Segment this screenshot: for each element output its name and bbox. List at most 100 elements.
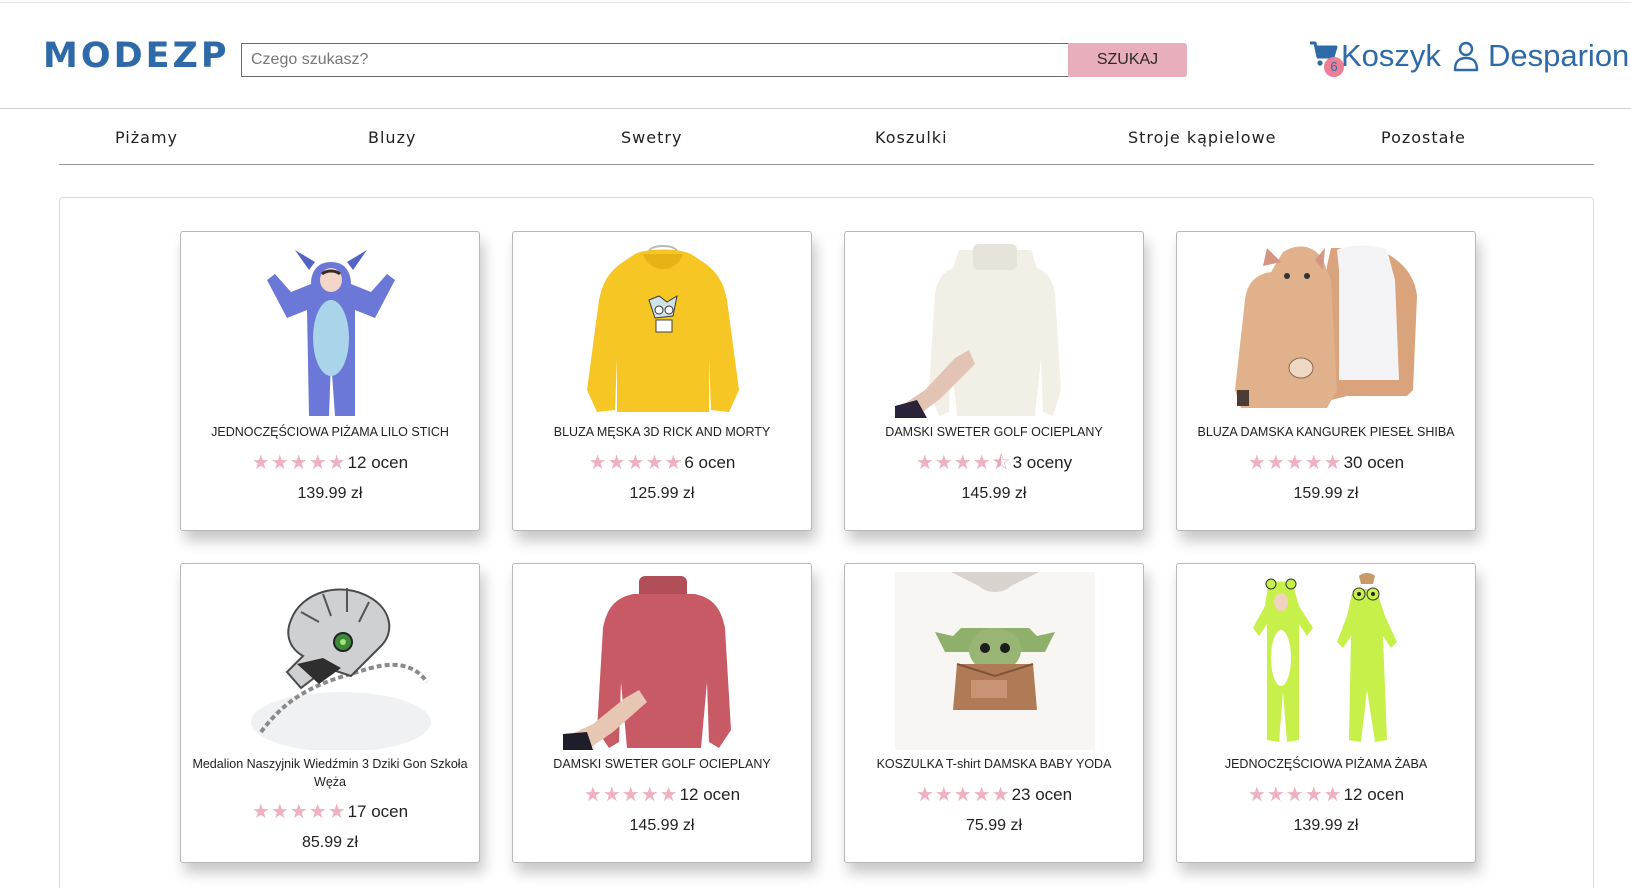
review-count: 12 ocen bbox=[679, 785, 741, 804]
star-icon: ★ bbox=[270, 452, 289, 474]
star-icon: ★ bbox=[953, 784, 972, 806]
search-input[interactable] bbox=[241, 43, 1068, 77]
cart-label: Koszyk bbox=[1341, 38, 1441, 73]
star-icon: ★ bbox=[327, 452, 346, 474]
search-button[interactable]: SZUKAJ bbox=[1068, 43, 1187, 77]
product-price: 139.99 zł bbox=[297, 485, 363, 502]
rating-stars: ★ ★ ★ ★ ★ bbox=[584, 785, 679, 805]
review-count: 12 ocen bbox=[347, 453, 409, 472]
star-icon: ★ bbox=[659, 784, 678, 806]
product-title[interactable]: BLUZA DAMSKA KANGUREK PIESEŁ SHIBA bbox=[1183, 423, 1469, 441]
product-title[interactable]: JEDNOCZĘŚCIOWA PIŻAMA LILO STICH bbox=[187, 423, 473, 441]
star-icon: ★ bbox=[953, 452, 972, 474]
product-rating: ★ ★ ★ ★ ★ 12 ocen bbox=[1177, 785, 1475, 805]
product-price: 85.99 zł bbox=[301, 834, 359, 851]
star-icon: ★ bbox=[915, 452, 934, 474]
star-icon: ★ bbox=[1266, 784, 1285, 806]
product-price: 159.99 zł bbox=[1293, 485, 1359, 502]
product-rating: ★ ★ ★ ★ ★ 30 ocen bbox=[1177, 453, 1475, 473]
product-title[interactable]: JEDNOCZĘŚCIOWA PIŻAMA ŻABA bbox=[1183, 755, 1469, 773]
rating-stars: ★ ★ ★ ★ ★ bbox=[252, 802, 347, 822]
product-rating: ★ ★ ★ ★ ★ 12 ocen bbox=[181, 453, 479, 473]
star-icon: ★ bbox=[1285, 784, 1304, 806]
product-image-white-turtleneck bbox=[895, 240, 1095, 418]
rating-stars: ★ ★ ★ ★ ⯪ bbox=[916, 453, 1012, 473]
product-title[interactable]: DAMSKI SWETER GOLF OCIEPLANY bbox=[851, 423, 1137, 441]
nav-item-pozostale[interactable]: Pozostałe bbox=[1381, 128, 1466, 147]
star-icon: ★ bbox=[1323, 452, 1342, 474]
rating-stars: ★ ★ ★ ★ ★ bbox=[589, 453, 684, 473]
nav-item-stroje-kapielowe[interactable]: Stroje kąpielowe bbox=[1128, 128, 1277, 147]
cart-link[interactable]: 6 Koszyk bbox=[1309, 38, 1441, 77]
product-price: 145.99 zł bbox=[629, 817, 695, 834]
product-title[interactable]: BLUZA MĘSKA 3D RICK AND MORTY bbox=[519, 423, 805, 441]
product-rating: ★ ★ ★ ★ ⯪ 3 oceny bbox=[845, 453, 1143, 473]
star-icon: ★ bbox=[664, 452, 683, 474]
star-icon: ★ bbox=[621, 784, 640, 806]
review-count: 30 ocen bbox=[1343, 453, 1405, 472]
product-image-baby-yoda-tshirt bbox=[895, 572, 1095, 750]
star-icon: ★ bbox=[1247, 452, 1266, 474]
star-icon: ★ bbox=[934, 784, 953, 806]
nav-item-koszulki[interactable]: Koszulki bbox=[875, 128, 948, 147]
site-logo[interactable]: MODEZP bbox=[43, 36, 230, 76]
product-image-green-frog-onesie bbox=[1227, 572, 1427, 750]
product-card[interactable]: KOSZULKA T-shirt DAMSKA BABY YODA ★ ★ ★ ★ ★ … bbox=[844, 563, 1144, 863]
rating-stars: ★ ★ ★ ★ ★ bbox=[916, 785, 1011, 805]
star-icon: ★ bbox=[583, 784, 602, 806]
user-account-link[interactable]: Desparion bbox=[1453, 38, 1629, 74]
star-icon: ★ bbox=[915, 784, 934, 806]
product-image-shiba-hoodie bbox=[1227, 240, 1427, 418]
product-title[interactable]: DAMSKI SWETER GOLF OCIEPLANY bbox=[519, 755, 805, 773]
product-card[interactable]: DAMSKI SWETER GOLF OCIEPLANY ★ ★ ★ ★ ★ 12 oc… bbox=[512, 563, 812, 863]
product-image-pink-turtleneck bbox=[563, 572, 763, 750]
product-image-snake-medallion bbox=[231, 572, 431, 750]
shopping-cart-icon: 6 bbox=[1309, 39, 1344, 77]
product-card[interactable]: JEDNOCZĘŚCIOWA PIŻAMA ŻABA ★ ★ ★ ★ ★ 12 ocen… bbox=[1176, 563, 1476, 863]
nav-item-bluzy[interactable]: Bluzy bbox=[368, 128, 416, 147]
star-icon: ★ bbox=[640, 784, 659, 806]
product-card[interactable]: DAMSKI SWETER GOLF OCIEPLANY ★ ★ ★ ★ ⯪ 3 oce… bbox=[844, 231, 1144, 531]
nav-item-pizamy[interactable]: Piżamy bbox=[115, 128, 178, 147]
star-icon: ★ bbox=[1285, 452, 1304, 474]
star-half-icon: ⯪ bbox=[991, 452, 1011, 474]
star-icon: ★ bbox=[1304, 784, 1323, 806]
product-card[interactable]: Medalion Naszyjnik Wiedźmin 3 Dziki Gon … bbox=[180, 563, 480, 863]
review-count: 17 ocen bbox=[347, 802, 409, 821]
category-nav: Piżamy Bluzy Swetry Koszulki Stroje kąpi… bbox=[59, 109, 1594, 165]
nav-item-swetry[interactable]: Swetry bbox=[621, 128, 682, 147]
product-price: 75.99 zł bbox=[965, 817, 1023, 834]
product-card[interactable]: JEDNOCZĘŚCIOWA PIŻAMA LILO STICH ★ ★ ★ ★ ★ 1… bbox=[180, 231, 480, 531]
rating-stars: ★ ★ ★ ★ ★ bbox=[1248, 785, 1343, 805]
star-icon: ★ bbox=[626, 452, 645, 474]
star-icon: ★ bbox=[602, 784, 621, 806]
product-price: 125.99 zł bbox=[629, 485, 695, 502]
star-icon: ★ bbox=[991, 784, 1010, 806]
product-card[interactable]: BLUZA MĘSKA 3D RICK AND MORTY ★ ★ ★ ★ ★ 6 oc… bbox=[512, 231, 812, 531]
product-title[interactable]: Medalion Naszyjnik Wiedźmin 3 Dziki Gon … bbox=[187, 755, 473, 791]
star-icon: ★ bbox=[251, 801, 270, 823]
star-icon: ★ bbox=[308, 801, 327, 823]
star-icon: ★ bbox=[972, 452, 991, 474]
product-price: 139.99 zł bbox=[1293, 817, 1359, 834]
product-rating: ★ ★ ★ ★ ★ 23 ocen bbox=[845, 785, 1143, 805]
star-icon: ★ bbox=[327, 801, 346, 823]
product-title[interactable]: KOSZULKA T-shirt DAMSKA BABY YODA bbox=[851, 755, 1137, 773]
product-rating: ★ ★ ★ ★ ★ 12 ocen bbox=[513, 785, 811, 805]
star-icon: ★ bbox=[1247, 784, 1266, 806]
star-icon: ★ bbox=[289, 452, 308, 474]
star-icon: ★ bbox=[270, 801, 289, 823]
review-count: 3 oceny bbox=[1012, 453, 1073, 472]
star-icon: ★ bbox=[588, 452, 607, 474]
review-count: 6 ocen bbox=[684, 453, 736, 472]
star-icon: ★ bbox=[251, 452, 270, 474]
product-rating: ★ ★ ★ ★ ★ 17 ocen bbox=[181, 802, 479, 822]
star-icon: ★ bbox=[289, 801, 308, 823]
star-icon: ★ bbox=[1304, 452, 1323, 474]
product-rating: ★ ★ ★ ★ ★ 6 ocen bbox=[513, 453, 811, 473]
star-icon: ★ bbox=[308, 452, 327, 474]
rating-stars: ★ ★ ★ ★ ★ bbox=[1248, 453, 1343, 473]
site-header: MODEZP SZUKAJ 6 Koszyk Desparion bbox=[0, 0, 1631, 109]
product-image-blue-stitch-onesie bbox=[231, 240, 431, 418]
product-card[interactable]: BLUZA DAMSKA KANGUREK PIESEŁ SHIBA ★ ★ ★ ★ ★… bbox=[1176, 231, 1476, 531]
